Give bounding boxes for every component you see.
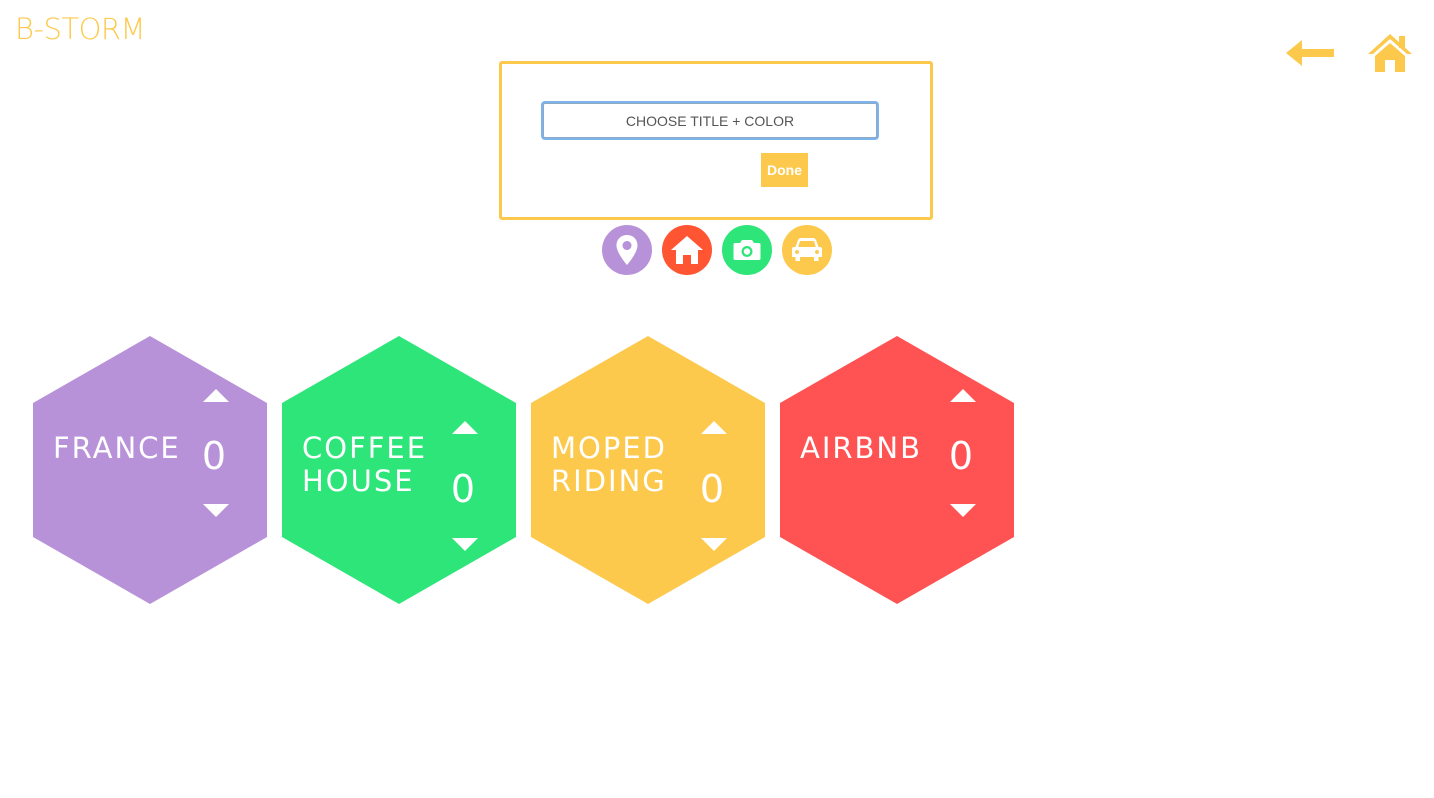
idea-title-line: COFFEE: [302, 431, 428, 465]
color-option-car[interactable]: [782, 225, 832, 275]
home-icon: [1368, 34, 1412, 72]
vote-count: 0: [699, 467, 725, 511]
title-color-dialog: Done: [499, 61, 933, 220]
idea-title-line: FRANCE: [53, 431, 181, 465]
color-option-camera[interactable]: [722, 225, 772, 275]
arrow-left-icon: [1286, 40, 1334, 66]
app-logo: B-STORM: [15, 12, 146, 46]
vote-down-button[interactable]: [203, 504, 229, 517]
idea-title: AIRBNB: [800, 432, 922, 465]
back-button[interactable]: [1286, 36, 1338, 70]
idea-card-coffee-house[interactable]: COFFEE HOUSE 0: [281, 336, 517, 604]
vote-down-button[interactable]: [701, 538, 727, 551]
vote-up-button[interactable]: [701, 421, 727, 434]
color-option-home[interactable]: [662, 225, 712, 275]
idea-card-airbnb[interactable]: AIRBNB 0: [779, 336, 1015, 604]
idea-title: COFFEE HOUSE: [302, 432, 427, 498]
color-option-location[interactable]: [602, 225, 652, 275]
idea-title-line: HOUSE: [302, 464, 415, 498]
idea-title: FRANCE: [53, 432, 181, 465]
idea-title: MOPED RIDING: [551, 432, 667, 498]
bstorm-page: B-STORM Done: [0, 0, 1434, 798]
camera-icon: [733, 240, 761, 260]
vote-up-button[interactable]: [950, 389, 976, 402]
vote-up-button[interactable]: [452, 421, 478, 434]
vote-count: 0: [201, 434, 227, 478]
home-button[interactable]: [1366, 32, 1414, 74]
idea-title-line: AIRBNB: [800, 431, 923, 465]
home-icon: [671, 236, 703, 264]
idea-card-france[interactable]: FRANCE 0: [32, 336, 268, 604]
title-input[interactable]: [543, 103, 877, 138]
done-button[interactable]: Done: [761, 153, 808, 187]
vote-count: 0: [450, 467, 476, 511]
car-icon: [792, 238, 822, 261]
idea-title-line: RIDING: [551, 464, 667, 498]
idea-card-moped-riding[interactable]: MOPED RIDING 0: [530, 336, 766, 604]
vote-up-button[interactable]: [203, 389, 229, 402]
vote-count: 0: [948, 434, 974, 478]
vote-down-button[interactable]: [452, 538, 478, 551]
vote-down-button[interactable]: [950, 504, 976, 517]
idea-title-line: MOPED: [551, 431, 667, 465]
map-pin-icon: [616, 235, 638, 265]
